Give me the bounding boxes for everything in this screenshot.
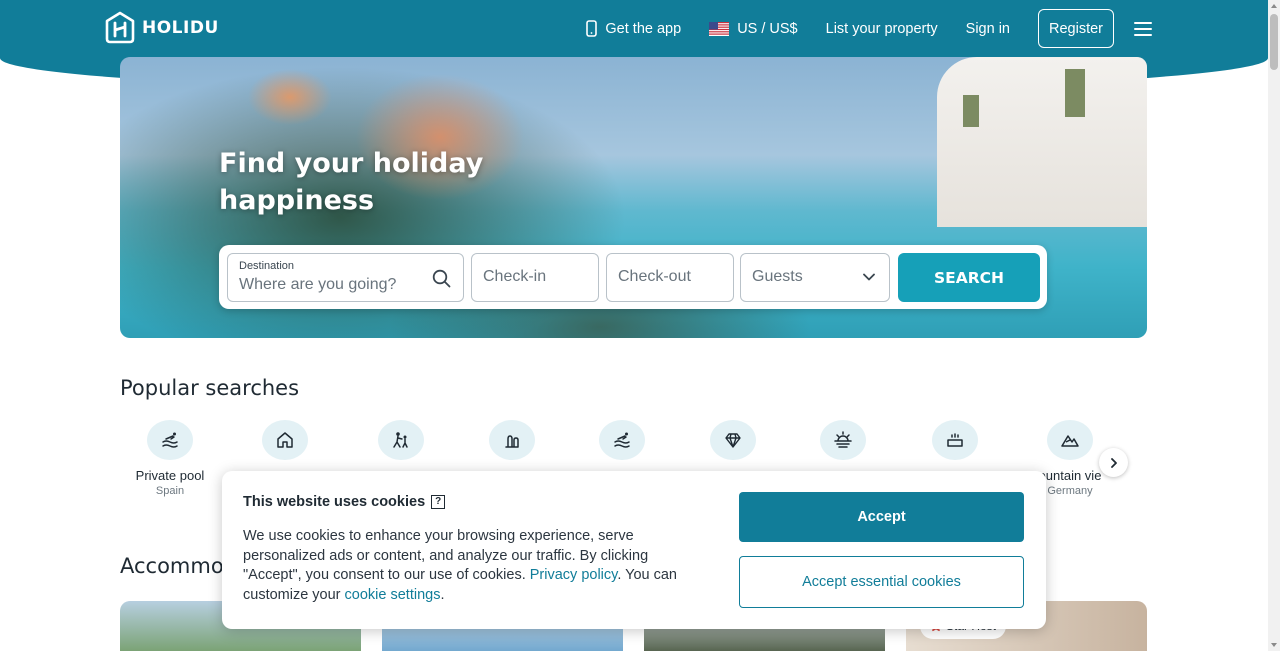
diamond-icon (725, 433, 741, 448)
category-island[interactable] (452, 420, 572, 460)
page-scrollbar[interactable] (1268, 0, 1280, 651)
category-beach-pool[interactable] (562, 420, 682, 460)
cookie-consent-dialog: This website uses cookies ? We use cooki… (222, 471, 1046, 629)
category-sub: Spain (155, 485, 185, 497)
accept-essential-cookies-button[interactable]: Accept essential cookies (739, 556, 1024, 608)
list-property-link[interactable]: List your property (826, 21, 938, 37)
category-label: Private pool (135, 468, 205, 483)
search-button[interactable]: SEARCH (898, 253, 1040, 302)
currency-label: US / US$ (737, 20, 798, 37)
accommodations-title: Accommo (120, 554, 224, 578)
category-hot-tub[interactable] (895, 420, 1015, 460)
register-button[interactable]: Register (1038, 9, 1114, 48)
cookie-title-text: This website uses cookies (243, 494, 426, 510)
brand-name: HOLIDU (142, 18, 219, 38)
scroll-down-icon[interactable] (1271, 643, 1277, 647)
currency-selector[interactable]: US / US$ (709, 20, 798, 37)
category-house[interactable] (225, 420, 345, 460)
nav-links: Get the app US / US$ List your property … (586, 9, 1268, 48)
checkout-field[interactable]: Check-out (606, 253, 734, 302)
category-sunset[interactable] (783, 420, 903, 460)
mountain-icon (1061, 435, 1079, 447)
hot-tub-icon (947, 433, 963, 447)
category-child-friendly[interactable] (341, 420, 461, 460)
top-nav: HOLIDU Get the app US / US$ List your pr… (0, 0, 1268, 57)
guests-label: Guests (752, 268, 803, 285)
cookie-settings-link[interactable]: cookie settings (345, 587, 441, 603)
checkin-field[interactable]: Check-in (471, 253, 599, 302)
pool-icon (162, 432, 178, 448)
guests-dropdown[interactable]: Guests (740, 253, 890, 302)
scroll-up-icon[interactable] (1271, 4, 1277, 8)
accept-cookies-button[interactable]: Accept (739, 492, 1024, 542)
child-friendly-icon (393, 432, 408, 448)
hero-window (1065, 69, 1085, 117)
sunset-icon (834, 431, 852, 448)
sign-in-link[interactable]: Sign in (966, 21, 1010, 37)
hero-window (963, 95, 979, 127)
chevron-right-icon (1110, 457, 1117, 468)
logo[interactable]: HOLIDU (104, 11, 219, 45)
carousel-next-button[interactable] (1099, 448, 1128, 477)
holidu-logo-icon (105, 11, 135, 44)
us-flag-icon (709, 21, 730, 36)
checkin-label: Check-in (483, 268, 547, 285)
phone-icon (586, 20, 598, 37)
help-icon[interactable]: ? (431, 495, 446, 509)
popular-searches-title: Popular searches (120, 376, 300, 400)
category-private-pool[interactable]: Private pool Spain (110, 420, 230, 497)
destination-field[interactable]: Destination Where are you going? (227, 253, 464, 302)
destination-input[interactable]: Where are you going? (239, 276, 396, 294)
checkout-label: Check-out (618, 268, 691, 285)
hero-wall (937, 57, 1147, 227)
category-luxury[interactable] (673, 420, 793, 460)
destination-label: Destination (239, 260, 295, 272)
privacy-policy-link[interactable]: Privacy policy (530, 567, 618, 583)
chevron-down-icon (863, 273, 875, 281)
hero-title: Find your holiday happiness (219, 148, 484, 216)
scroll-thumb[interactable] (1270, 14, 1278, 70)
get-app-label: Get the app (605, 20, 682, 37)
island-icon (505, 435, 519, 448)
search-form: Destination Where are you going? Check-i… (219, 245, 1047, 309)
get-app-link[interactable]: Get the app (586, 20, 681, 37)
house-icon (277, 432, 293, 448)
search-icon (432, 269, 451, 288)
cookie-text: We use cookies to enhance your browsing … (243, 527, 683, 605)
cookie-text-part: . (440, 586, 445, 603)
cookie-title: This website uses cookies ? (243, 494, 446, 510)
menu-icon[interactable] (1134, 21, 1152, 36)
beach-pool-icon (614, 432, 630, 448)
